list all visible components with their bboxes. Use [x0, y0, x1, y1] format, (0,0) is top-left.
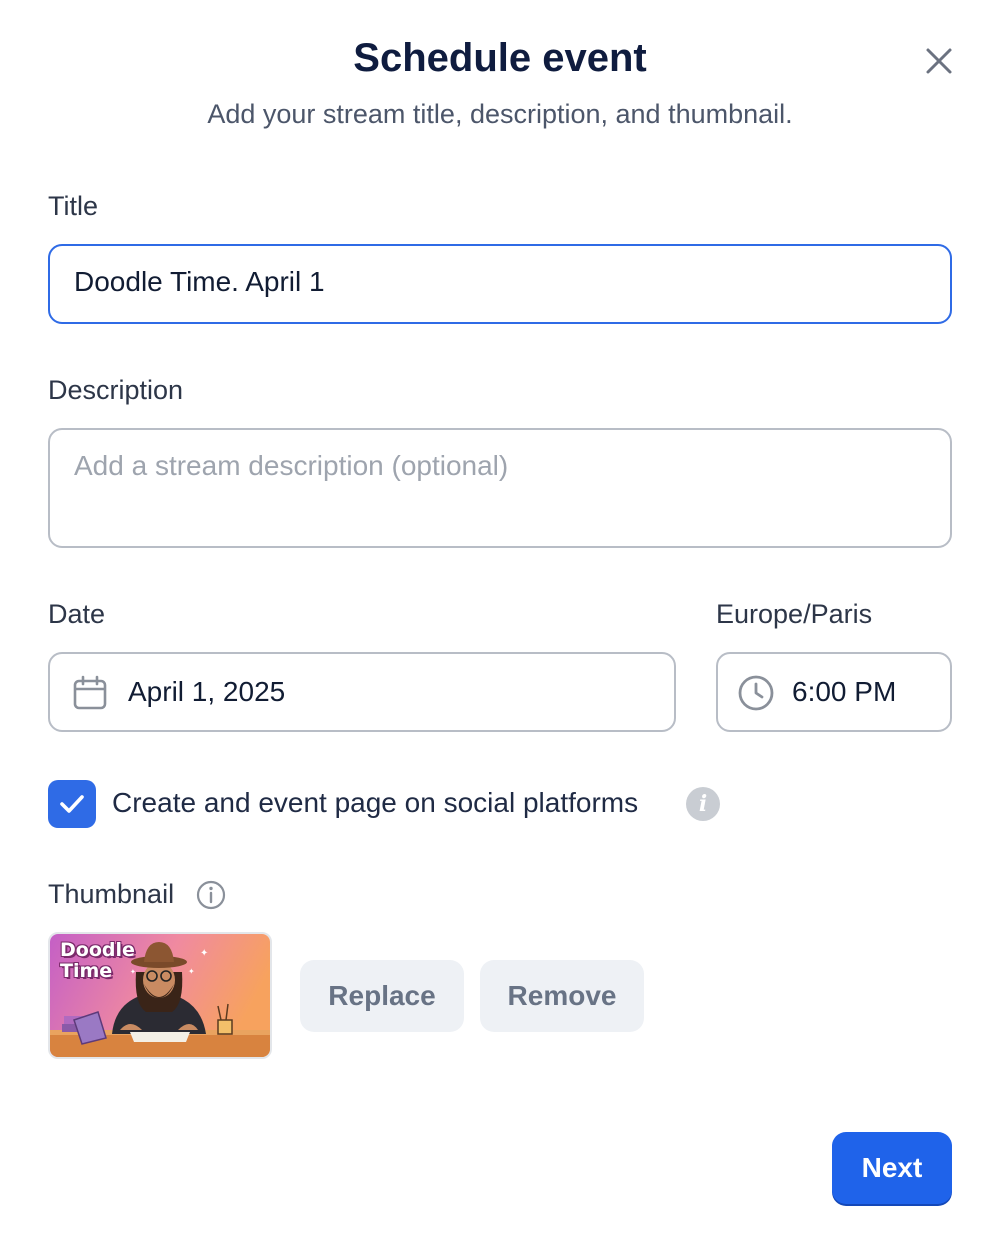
social-event-checkbox-label[interactable]: Create and event page on social platform… [112, 784, 638, 822]
clock-icon [736, 673, 776, 713]
remove-thumbnail-button[interactable]: Remove [480, 960, 644, 1032]
info-icon[interactable]: i [686, 787, 720, 821]
description-input[interactable] [74, 450, 926, 530]
date-value: April 1, 2025 [128, 676, 286, 707]
close-button[interactable] [918, 40, 960, 82]
title-label: Title [48, 191, 99, 221]
social-event-checkbox[interactable] [48, 780, 96, 828]
date-label: Date [48, 599, 106, 629]
calendar-icon [70, 673, 110, 713]
thumbnail-label: Thumbnail [48, 879, 175, 909]
dialog-title: Schedule event [353, 36, 647, 80]
thumbnail-image: ✦ ✦ ✦ Doodle Time [48, 932, 272, 1059]
svg-text:✦: ✦ [188, 967, 195, 976]
close-icon [926, 48, 952, 74]
thumbnail-title: Doodle Time [60, 939, 135, 982]
timezone-label: Europe/Paris [716, 599, 873, 629]
title-input[interactable] [74, 266, 926, 298]
checkmark-icon [60, 795, 84, 813]
time-picker[interactable]: 6:00 PM [716, 652, 952, 732]
svg-text:✦: ✦ [200, 948, 208, 959]
title-field-container [48, 244, 952, 324]
next-button[interactable]: Next [832, 1132, 952, 1204]
replace-thumbnail-button[interactable]: Replace [300, 960, 464, 1032]
description-field-container [48, 428, 952, 548]
date-picker[interactable]: April 1, 2025 [48, 652, 676, 732]
time-value: 6:00 PM [792, 676, 897, 707]
info-icon[interactable] [196, 880, 226, 910]
dialog-subtitle: Add your stream title, description, and … [207, 99, 793, 129]
description-label: Description [48, 375, 184, 405]
